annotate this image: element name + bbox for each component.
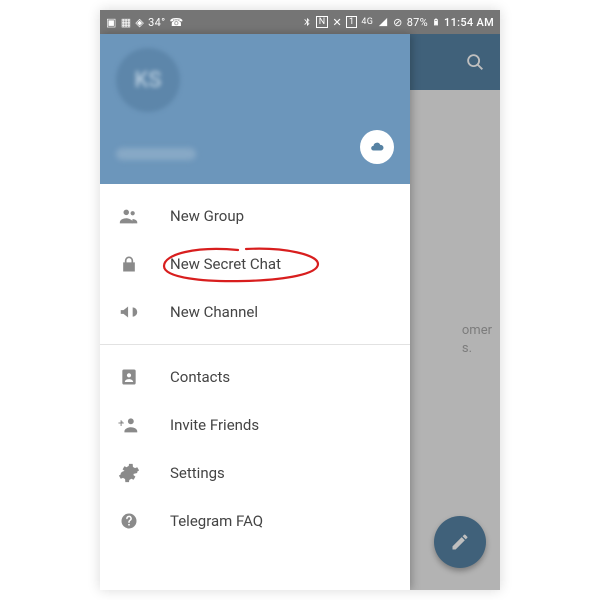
menu-item-settings[interactable]: Settings [100, 449, 410, 497]
shield-icon: ◈ [135, 16, 144, 29]
group-icon [118, 205, 140, 227]
status-right: N ✕ 1 4G ⊘ 87% 11:54 AM [302, 16, 494, 29]
help-icon [118, 511, 140, 531]
location-off-icon: ⊘ [393, 16, 403, 29]
menu-label: Invite Friends [170, 416, 259, 434]
battery-text: 87% [407, 16, 428, 29]
menu-label: New Channel [170, 303, 258, 321]
megaphone-icon [118, 301, 140, 323]
temperature-text: 34° [148, 16, 165, 29]
menu-label: New Secret Chat [170, 255, 281, 273]
bluetooth-icon [302, 16, 312, 28]
vibrate-icon: ✕ [332, 16, 342, 29]
contact-icon [118, 367, 140, 387]
navigation-drawer: KS New Group New Secret Chat [100, 34, 410, 590]
menu-item-new-group[interactable]: New Group [100, 192, 410, 240]
status-bar: ▣ ▦ ◈ 34° ☎ N ✕ 1 4G ⊘ 87% 11:54 AM [100, 10, 500, 34]
phone-icon: ☎ [170, 16, 184, 29]
nfc-icon: N [316, 16, 329, 28]
user-name-blurred [116, 148, 196, 160]
menu-item-contacts[interactable]: Contacts [100, 353, 410, 401]
device-frame: ▣ ▦ ◈ 34° ☎ N ✕ 1 4G ⊘ 87% 11:54 AM [100, 10, 500, 590]
menu-item-invite-friends[interactable]: + Invite Friends [100, 401, 410, 449]
menu-item-telegram-faq[interactable]: Telegram FAQ [100, 497, 410, 545]
add-person-icon: + [118, 414, 140, 436]
drawer-menu: New Group New Secret Chat New Channel [100, 184, 410, 590]
saved-messages-button[interactable] [360, 130, 394, 164]
avatar[interactable]: KS [116, 48, 180, 112]
svg-text:+: + [118, 417, 124, 430]
app-notif-icon: ▣ [106, 16, 117, 29]
menu-item-new-secret-chat[interactable]: New Secret Chat [100, 240, 410, 288]
clock-text: 11:54 AM [444, 16, 494, 29]
menu-label: Telegram FAQ [170, 512, 263, 530]
image-notif-icon: ▦ [121, 16, 132, 29]
network-label: 4G [361, 17, 373, 27]
signal-icon [377, 17, 389, 27]
cloud-icon [367, 140, 387, 154]
menu-separator [100, 344, 410, 345]
battery-icon [432, 16, 440, 28]
lock-icon [118, 254, 140, 274]
menu-label: Settings [170, 464, 225, 482]
menu-label: Contacts [170, 368, 230, 386]
data-badge: 1 [346, 16, 357, 28]
status-left: ▣ ▦ ◈ 34° ☎ [106, 16, 184, 29]
menu-label: New Group [170, 207, 244, 225]
avatar-initials: KS [134, 68, 161, 93]
gear-icon [118, 462, 140, 484]
drawer-header: KS [100, 34, 410, 184]
menu-item-new-channel[interactable]: New Channel [100, 288, 410, 336]
